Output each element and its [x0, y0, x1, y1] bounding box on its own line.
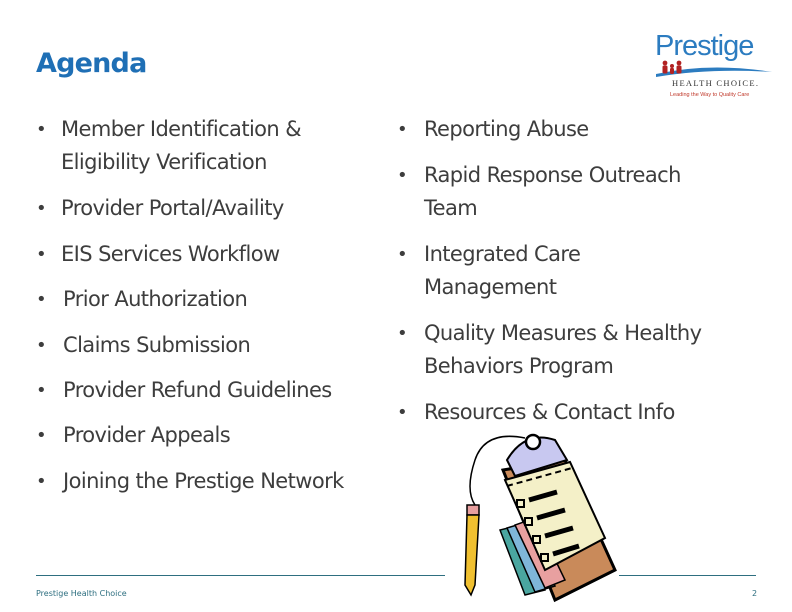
bullet-icon: • — [36, 244, 47, 265]
agenda-item: • Provider Appeals — [36, 419, 231, 452]
footer-divider-right — [619, 575, 756, 576]
agenda-item-text: Eligibility Verification — [61, 150, 267, 174]
agenda-item-text: Integrated Care — [424, 242, 581, 266]
agenda-item-text: Management — [424, 275, 557, 299]
agenda-item-text: Provider Portal/Availity — [61, 196, 284, 220]
agenda-item-text: Rapid Response Outreach — [424, 163, 681, 187]
agenda-item: • Provider Portal/Availity — [36, 192, 284, 225]
bullet-icon: • — [36, 119, 47, 140]
agenda-item: • Joining the Prestige Network — [36, 465, 344, 498]
page-number: 2 — [752, 589, 758, 598]
agenda-item-text: Member Identification & — [61, 117, 302, 141]
bullet-icon: • — [36, 198, 47, 219]
bullet-icon: • — [397, 323, 408, 344]
logo-subtitle: HEALTH CHOICE. — [672, 78, 760, 88]
agenda-item: • Member Identification & Eligibility Ve… — [36, 113, 302, 179]
agenda-item: • Quality Measures & Healthy Behaviors P… — [397, 317, 702, 383]
prestige-logo: Prestige HEALTH CHOICE. Leading the Way … — [650, 30, 775, 105]
slide-title: Agenda — [36, 48, 147, 79]
bullet-icon: • — [36, 425, 47, 446]
bullet-icon: • — [397, 165, 408, 186]
agenda-item-text: Reporting Abuse — [424, 117, 589, 141]
agenda-item: • Provider Refund Guidelines — [36, 374, 332, 407]
agenda-item-text: Provider Refund Guidelines — [63, 378, 332, 402]
bullet-icon: • — [397, 119, 408, 140]
logo-wordmark: Prestige — [655, 30, 754, 62]
bullet-icon: • — [36, 471, 47, 492]
agenda-item-text: Claims Submission — [63, 333, 251, 357]
footer-divider-left — [36, 575, 445, 576]
agenda-item-text: Prior Authorization — [63, 287, 248, 311]
agenda-item: • Integrated Care Management — [397, 238, 581, 304]
logo-swoosh-icon — [656, 60, 772, 77]
agenda-item: • Rapid Response Outreach Team — [397, 159, 681, 225]
agenda-item: • Claims Submission — [36, 329, 251, 362]
bullet-icon: • — [36, 289, 47, 310]
agenda-item-text: Joining the Prestige Network — [63, 469, 344, 493]
agenda-item: • Prior Authorization — [36, 283, 248, 316]
agenda-item: • EIS Services Workflow — [36, 238, 280, 271]
bullet-icon: • — [36, 335, 47, 356]
clipboard-checklist-icon — [464, 433, 617, 603]
bullet-icon: • — [397, 244, 408, 265]
agenda-item-text: Quality Measures & Healthy — [424, 321, 702, 345]
logo-tagline: Leading the Way to Quality Care — [670, 92, 750, 98]
agenda-item: • Reporting Abuse — [397, 113, 589, 146]
agenda-item-text: Behaviors Program — [424, 354, 614, 378]
footer-company-name: Prestige Health Choice — [36, 589, 127, 598]
agenda-item-text: Team — [424, 196, 478, 220]
bullet-icon: • — [36, 380, 47, 401]
agenda-item-text: EIS Services Workflow — [61, 242, 280, 266]
bullet-icon: • — [397, 402, 408, 423]
agenda-item-text: Provider Appeals — [63, 423, 231, 447]
